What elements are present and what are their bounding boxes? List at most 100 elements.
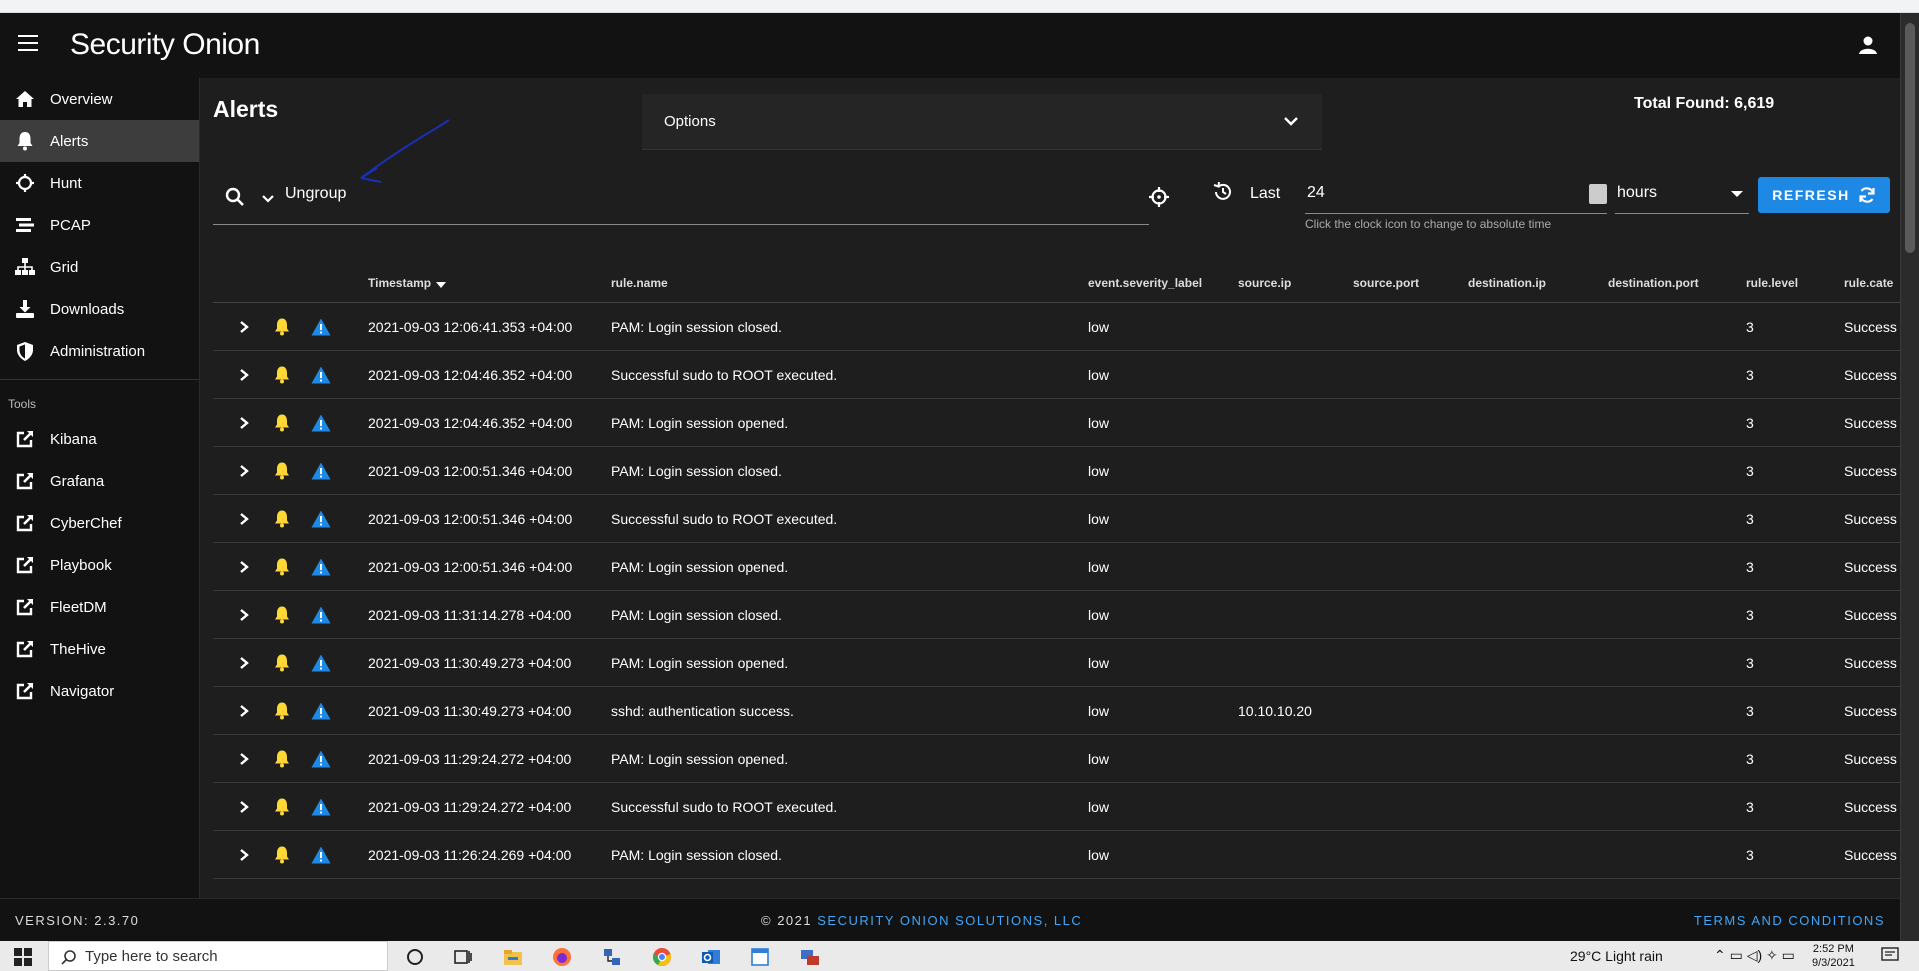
column-header-rule-category[interactable]: rule.cate: [1844, 264, 1900, 302]
column-header-rule-name[interactable]: rule.name: [611, 264, 1071, 302]
table-row[interactable]: 2021-09-03 11:30:49.273 +04:00 PAM: Login…: [213, 639, 1900, 687]
company-link[interactable]: SECURITY ONION SOLUTIONS, LLC: [817, 913, 1082, 928]
time-amount-input[interactable]: [1307, 184, 1577, 202]
table-row[interactable]: 2021-09-03 12:06:41.353 +04:00 PAM: Login…: [213, 303, 1900, 351]
warning-icon[interactable]: [311, 543, 335, 590]
warning-icon[interactable]: [311, 639, 335, 686]
sidebar-item-fleetdm[interactable]: FleetDM: [0, 586, 199, 628]
escalate-bell-icon[interactable]: [274, 687, 294, 734]
column-header-destination-port[interactable]: destination.port: [1608, 264, 1738, 302]
expand-row-icon[interactable]: [238, 351, 258, 398]
sidebar-item-playbook[interactable]: Playbook: [0, 544, 199, 586]
system-tray-icons[interactable]: ⌃ ▭ ◁) ✧ ▭: [1714, 947, 1795, 964]
expand-row-icon[interactable]: [238, 399, 258, 446]
query-input[interactable]: [285, 185, 985, 203]
warning-icon[interactable]: [311, 303, 335, 350]
cortana-icon[interactable]: [404, 946, 426, 968]
escalate-bell-icon[interactable]: [274, 399, 294, 446]
taskbar-search-box[interactable]: Type here to search: [48, 941, 388, 971]
table-row[interactable]: 2021-09-03 12:00:51.346 +04:00 PAM: Login…: [213, 447, 1900, 495]
table-row[interactable]: 2021-09-03 11:29:24.272 +04:00 Successful…: [213, 783, 1900, 831]
expand-row-icon[interactable]: [238, 639, 258, 686]
column-header-source-port[interactable]: source.port: [1353, 264, 1463, 302]
escalate-bell-icon[interactable]: [274, 831, 294, 878]
escalate-bell-icon[interactable]: [274, 495, 294, 542]
sidebar-item-cyberchef[interactable]: CyberChef: [0, 502, 199, 544]
column-header-timestamp[interactable]: Timestamp: [368, 264, 598, 302]
sidebar-item-navigator[interactable]: Navigator: [0, 670, 199, 712]
warning-icon[interactable]: [311, 399, 335, 446]
expand-row-icon[interactable]: [238, 735, 258, 782]
escalate-bell-icon[interactable]: [274, 543, 294, 590]
notification-center-icon[interactable]: [1880, 946, 1902, 966]
query-dropdown-chevron-icon[interactable]: [261, 193, 275, 205]
expand-row-icon[interactable]: [238, 783, 258, 830]
expand-row-icon[interactable]: [238, 831, 258, 878]
column-header-rule-level[interactable]: rule.level: [1746, 264, 1836, 302]
chrome-icon[interactable]: [651, 946, 673, 968]
warning-icon[interactable]: [311, 351, 335, 398]
sidebar-item-alerts[interactable]: Alerts: [0, 120, 199, 162]
sidebar-item-thehive[interactable]: TheHive: [0, 628, 199, 670]
expand-row-icon[interactable]: [238, 543, 258, 590]
sidebar-item-kibana[interactable]: Kibana: [0, 418, 199, 460]
history-clock-icon[interactable]: [1212, 181, 1234, 203]
warning-icon[interactable]: [311, 687, 335, 734]
expand-row-icon[interactable]: [238, 687, 258, 734]
escalate-bell-icon[interactable]: [274, 783, 294, 830]
table-row[interactable]: 2021-09-03 12:00:51.346 +04:00 PAM: Login…: [213, 543, 1900, 591]
menu-toggle-button[interactable]: [18, 35, 38, 53]
expand-row-icon[interactable]: [238, 447, 258, 494]
column-header-severity[interactable]: event.severity_label: [1088, 264, 1248, 302]
table-row[interactable]: 2021-09-03 11:26:24.269 +04:00 PAM: Login…: [213, 831, 1900, 879]
calendar-app-icon[interactable]: [749, 946, 771, 968]
table-row[interactable]: 2021-09-03 11:29:24.272 +04:00 PAM: Login…: [213, 735, 1900, 783]
escalate-bell-icon[interactable]: [274, 735, 294, 782]
sidebar-item-administration[interactable]: Administration: [0, 330, 199, 372]
windows-start-icon[interactable]: [14, 948, 32, 966]
terms-link[interactable]: TERMS AND CONDITIONS: [1694, 913, 1885, 928]
warning-icon[interactable]: [311, 495, 335, 542]
warning-icon[interactable]: [311, 591, 335, 638]
options-expander[interactable]: Options: [642, 94, 1322, 150]
network-app-icon[interactable]: [601, 946, 623, 968]
sidebar-item-overview[interactable]: Overview: [0, 78, 199, 120]
table-row[interactable]: 2021-09-03 12:00:51.346 +04:00 Successful…: [213, 495, 1900, 543]
weather-widget[interactable]: 29°C Light rain: [1570, 948, 1663, 964]
column-header-destination-ip[interactable]: destination.ip: [1468, 264, 1608, 302]
crosshairs-icon[interactable]: [1148, 186, 1170, 208]
escalate-bell-icon[interactable]: [274, 447, 294, 494]
table-row[interactable]: 2021-09-03 11:30:49.273 +04:00 sshd: auth…: [213, 687, 1900, 735]
sidebar-item-downloads[interactable]: Downloads: [0, 288, 199, 330]
table-row[interactable]: 2021-09-03 12:04:46.352 +04:00 PAM: Login…: [213, 399, 1900, 447]
sidebar-item-pcap[interactable]: PCAP: [0, 204, 199, 246]
sidebar-item-grafana[interactable]: Grafana: [0, 460, 199, 502]
warning-icon[interactable]: [311, 831, 335, 878]
app-logo[interactable]: Security Onion: [70, 28, 260, 62]
escalate-bell-icon[interactable]: [274, 351, 294, 398]
expand-row-icon[interactable]: [238, 591, 258, 638]
scrollbar-thumb[interactable]: [1905, 23, 1915, 253]
column-header-source-ip[interactable]: source.ip: [1238, 264, 1348, 302]
escalate-bell-icon[interactable]: [274, 639, 294, 686]
expand-row-icon[interactable]: [238, 495, 258, 542]
taskbar-clock[interactable]: 2:52 PM 9/3/2021: [1812, 942, 1855, 970]
time-unit-select[interactable]: hours: [1615, 174, 1749, 214]
table-row[interactable]: 2021-09-03 12:04:46.352 +04:00 Successful…: [213, 351, 1900, 399]
number-spinner[interactable]: [1589, 184, 1607, 204]
outlook-icon[interactable]: [700, 946, 722, 968]
firefox-icon[interactable]: [551, 946, 573, 968]
table-row[interactable]: 2021-09-03 11:31:14.278 +04:00 PAM: Login…: [213, 591, 1900, 639]
warning-icon[interactable]: [311, 735, 335, 782]
sidebar-item-hunt[interactable]: Hunt: [0, 162, 199, 204]
sidebar-item-grid[interactable]: Grid: [0, 246, 199, 288]
file-explorer-icon[interactable]: [502, 946, 524, 968]
expand-row-icon[interactable]: [238, 303, 258, 350]
escalate-bell-icon[interactable]: [274, 591, 294, 638]
warning-icon[interactable]: [311, 447, 335, 494]
task-view-icon[interactable]: [452, 946, 474, 968]
refresh-button[interactable]: REFRESH: [1758, 177, 1890, 213]
user-account-icon[interactable]: [1858, 35, 1878, 55]
page-scrollbar[interactable]: [1900, 13, 1919, 941]
warning-icon[interactable]: [311, 783, 335, 830]
